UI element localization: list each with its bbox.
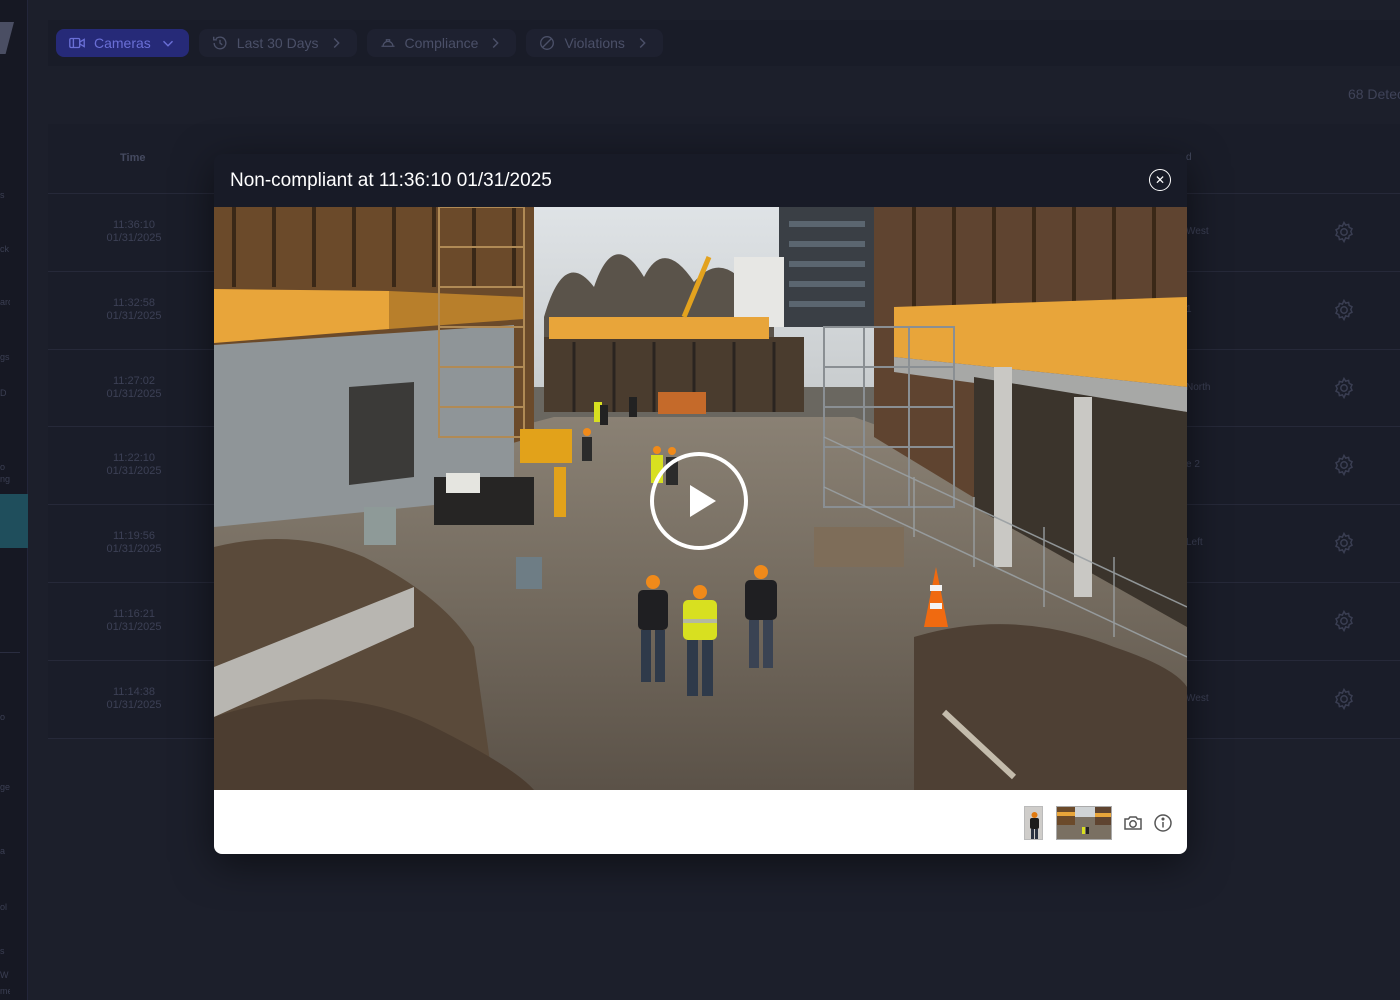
camera-location-fragment: Left [1186, 537, 1203, 549]
sidebar-item-fragment[interactable]: ol [0, 902, 10, 912]
compliance-filter[interactable]: Compliance [366, 29, 517, 57]
video-player[interactable] [214, 207, 1187, 790]
sidebar-item-fragment[interactable]: s [0, 190, 10, 200]
detection-date: 01/31/2025 [106, 698, 162, 711]
sidebar-item-fragment[interactable]: ard [0, 297, 10, 307]
detections-count: 68 Detec [1347, 86, 1400, 102]
camera-snapshot-icon[interactable] [1122, 812, 1144, 834]
sidebar-item-fragment[interactable]: ng [0, 474, 10, 484]
close-button[interactable]: ✕ [1149, 169, 1171, 191]
sidebar-item-fragment[interactable]: o [0, 712, 10, 722]
sidebar-item-fragment[interactable]: gs [0, 352, 10, 362]
detection-date: 01/31/2025 [106, 387, 162, 400]
crumb-label: Violations [564, 35, 625, 51]
sidebar: s ck ard gs D o ng o ge a ol s W ment [0, 0, 28, 1000]
hardhat-icon [380, 39, 395, 47]
sidebar-item-fragment[interactable]: s [0, 946, 10, 956]
camera-location-fragment: West [1186, 692, 1209, 704]
detection-timestamp: 11:36:10 01/31/2025 [88, 219, 180, 245]
detection-timestamp: 11:16:21 01/31/2025 [88, 608, 180, 634]
detection-time: 11:22:10 [112, 452, 155, 465]
sidebar-item-fragment[interactable]: o [0, 462, 10, 472]
modal-title: Non-compliant at 11:36:10 01/31/2025 [230, 170, 552, 191]
gear-icon[interactable] [1332, 453, 1356, 477]
gear-icon[interactable] [1332, 220, 1356, 244]
camera-icon [69, 37, 85, 49]
detection-timestamp: 11:22:10 01/31/2025 [88, 452, 180, 478]
detection-timestamp: 11:27:02 01/31/2025 [88, 375, 180, 401]
detection-time: 11:19:56 [112, 530, 155, 543]
detection-time: 11:14:38 [112, 685, 155, 698]
sidebar-item-fragment[interactable]: D [0, 388, 10, 398]
camera-location-fragment: West [1186, 226, 1209, 237]
detection-timestamp: 11:14:38 01/31/2025 [88, 686, 180, 712]
sidebar-item-fragment[interactable]: W [0, 970, 10, 980]
history-icon [212, 36, 227, 50]
gear-icon[interactable] [1332, 687, 1356, 711]
crumb-label: Last 30 Days [236, 35, 319, 51]
gear-icon[interactable] [1332, 298, 1356, 322]
gear-icon[interactable] [1332, 609, 1356, 633]
logo [0, 22, 14, 54]
sidebar-item-active[interactable] [0, 494, 28, 548]
date-range-filter[interactable]: Last 30 Days [198, 29, 357, 57]
cameras-filter[interactable]: Cameras [56, 29, 189, 57]
modal-footer [214, 790, 1187, 854]
camera-location-fragment: e 2 [1186, 459, 1200, 471]
detection-timestamp: 11:19:56 01/31/2025 [88, 530, 180, 556]
violations-filter[interactable]: Violations [526, 29, 663, 57]
scene-thumbnail[interactable] [1056, 806, 1112, 840]
gear-icon[interactable] [1332, 531, 1356, 555]
detection-date: 01/31/2025 [106, 465, 162, 478]
violation-detail-modal: Non-compliant at 11:36:10 01/31/2025 ✕ [214, 154, 1187, 854]
detection-timestamp: 11:32:58 01/31/2025 [88, 297, 180, 323]
chevron-right-icon [493, 37, 500, 49]
detection-date: 01/31/2025 [106, 309, 162, 322]
play-icon [690, 485, 716, 517]
column-header-time[interactable]: Time [120, 152, 145, 164]
sidebar-item-fragment[interactable]: ge [0, 782, 10, 792]
detection-time: 11:32:58 [112, 296, 155, 309]
person-crop-thumbnail[interactable] [1024, 806, 1043, 840]
play-button[interactable] [650, 452, 748, 550]
filter-breadcrumb-bar: Cameras Last 30 Days Compliance Violatio… [48, 20, 1400, 66]
detection-date: 01/31/2025 [106, 620, 162, 633]
sidebar-divider [0, 652, 20, 653]
crumb-label: Cameras [94, 35, 151, 51]
detection-date: 01/31/2025 [106, 543, 162, 556]
detection-time: 11:27:02 [112, 374, 155, 387]
detection-date: 01/31/2025 [106, 232, 162, 244]
crumb-label: Compliance [404, 35, 479, 51]
sidebar-item-fragment[interactable]: a [0, 846, 10, 856]
sidebar-item-fragment[interactable]: ck [0, 244, 10, 254]
camera-location-fragment: North [1186, 381, 1211, 393]
prohibited-icon [540, 36, 555, 50]
close-icon: ✕ [1154, 173, 1166, 187]
chevron-right-icon [333, 37, 340, 49]
gear-icon[interactable] [1332, 376, 1356, 400]
detection-time: 11:36:10 [112, 219, 155, 231]
detection-time: 11:16:21 [112, 607, 155, 620]
info-icon[interactable] [1152, 812, 1174, 834]
chevron-down-icon [162, 40, 173, 47]
sidebar-item-fragment[interactable]: ment [0, 986, 10, 996]
modal-header: Non-compliant at 11:36:10 01/31/2025 ✕ [214, 154, 1187, 207]
chevron-right-icon [639, 37, 646, 49]
